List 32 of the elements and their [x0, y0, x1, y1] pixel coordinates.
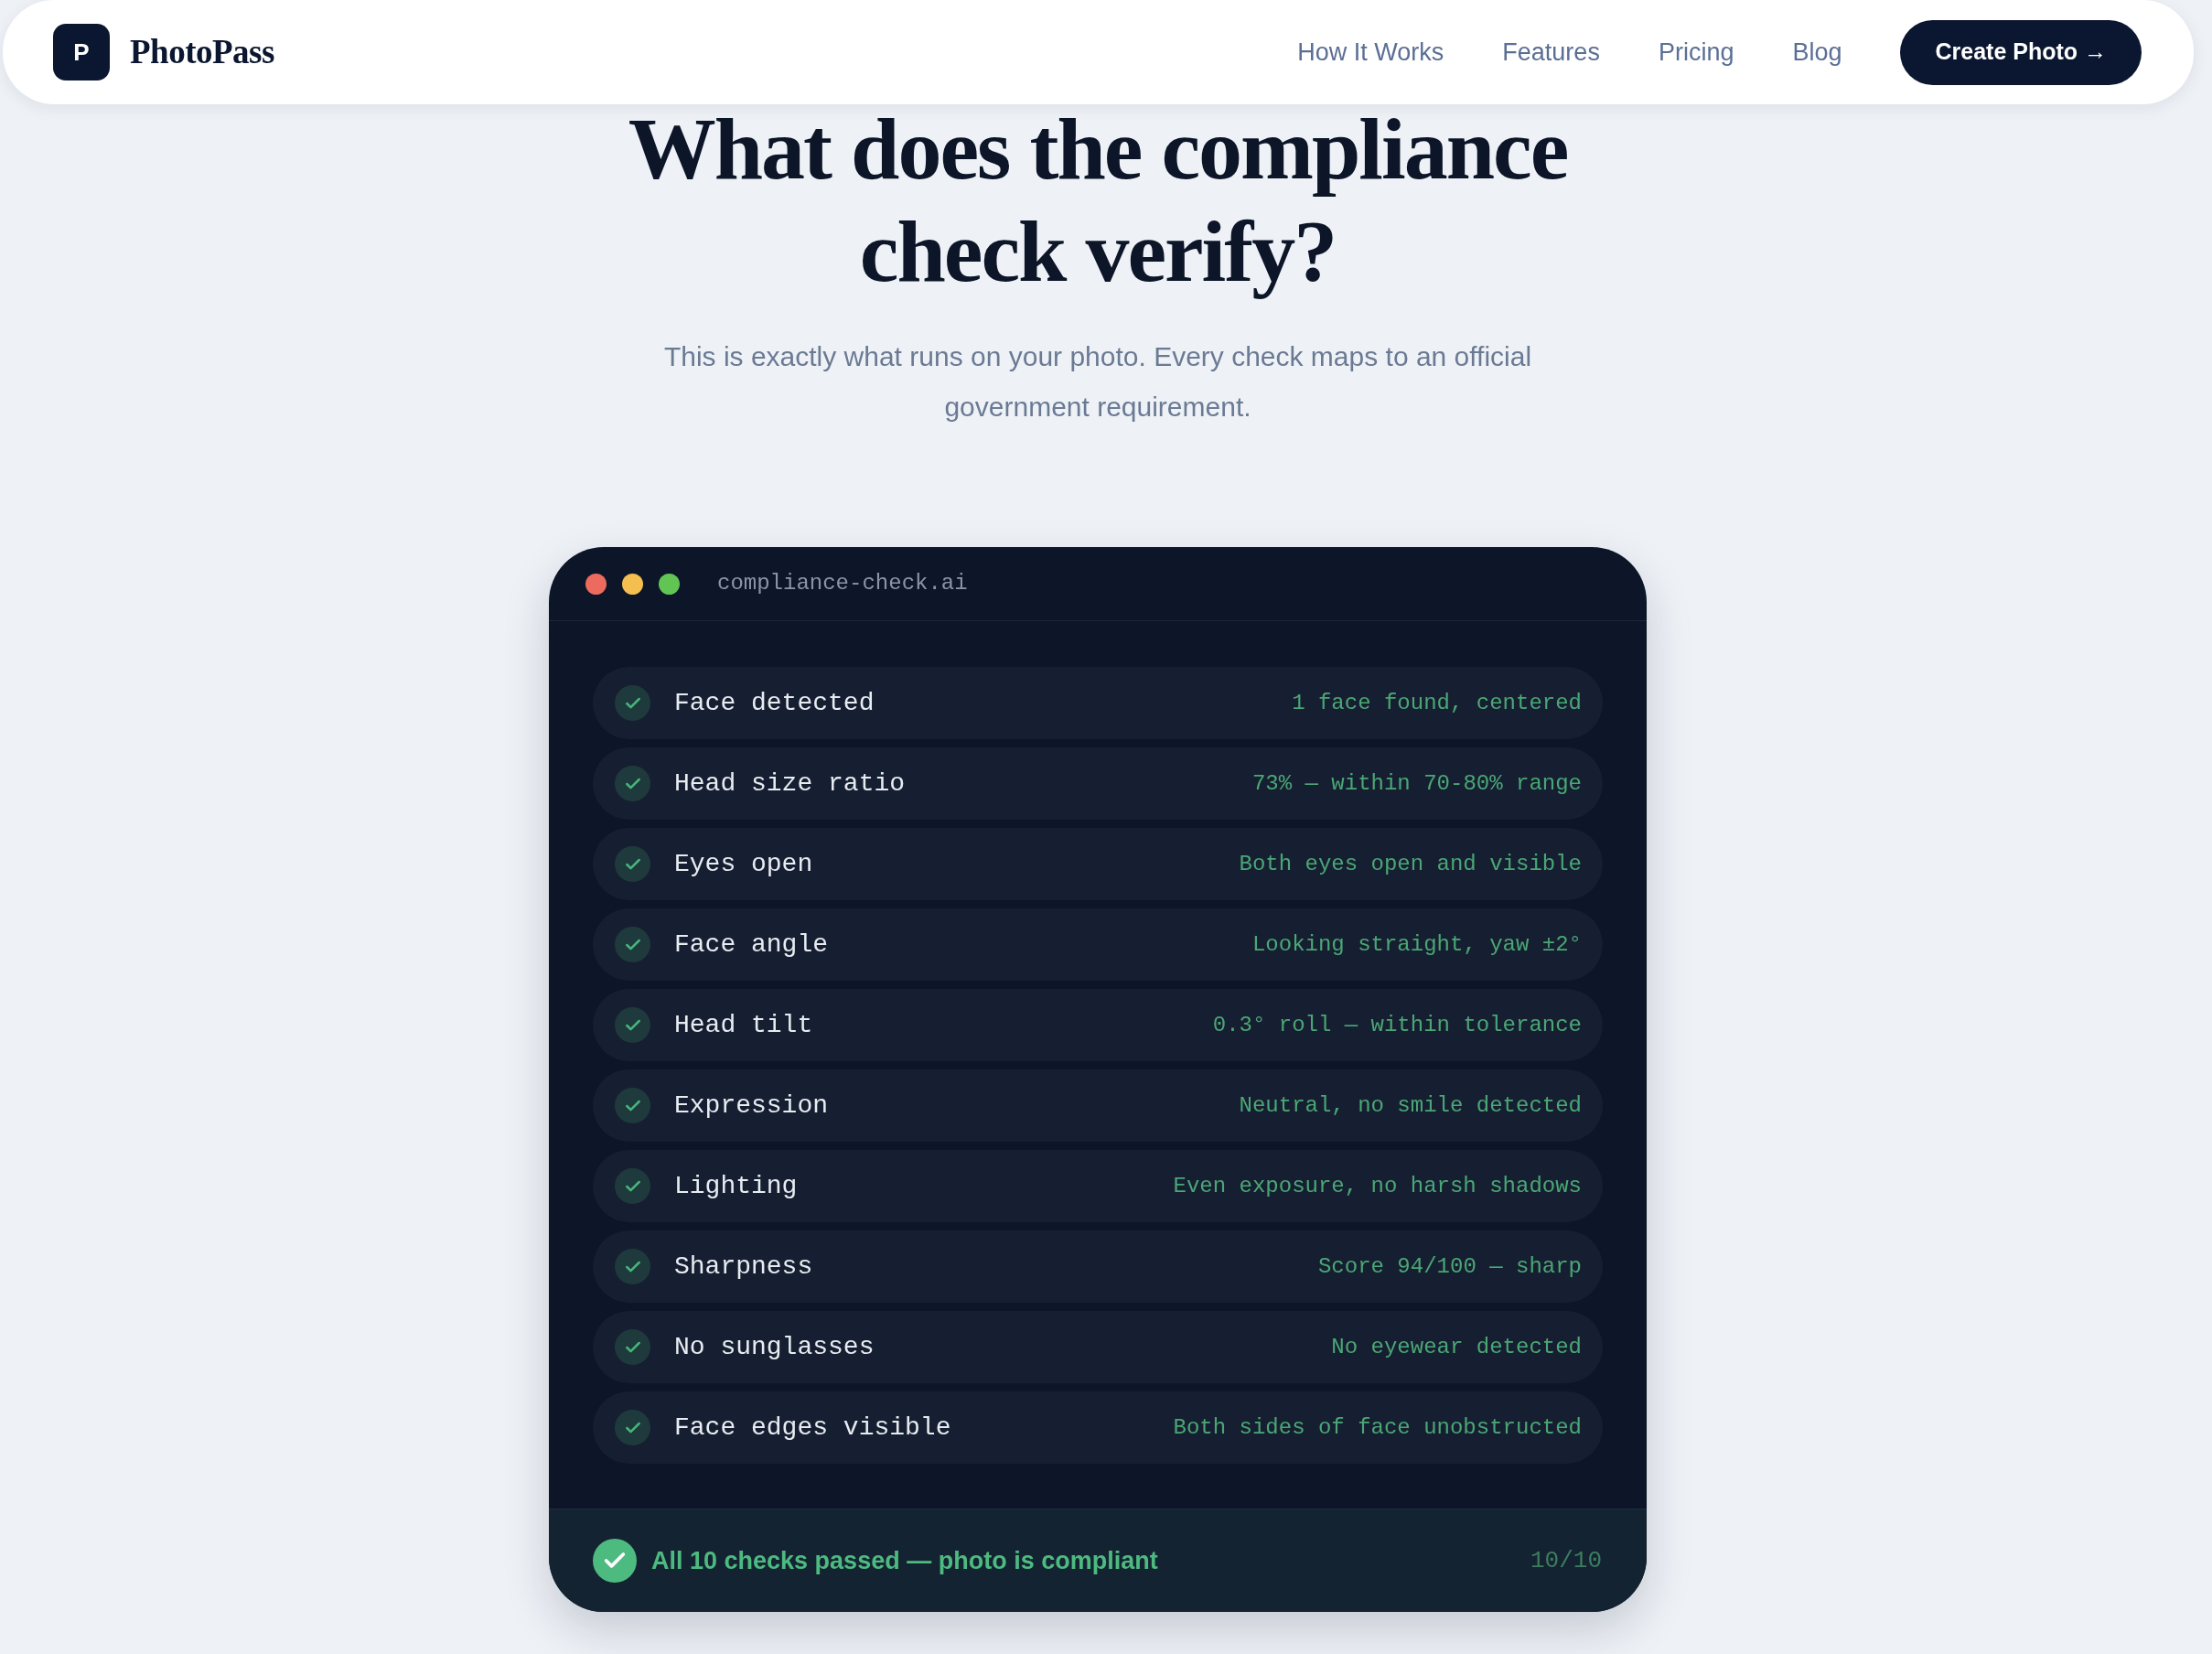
check-label: Face angle	[674, 929, 829, 961]
section-heading: What does the compliance check verify?	[627, 99, 1569, 302]
check-result: Neutral, no smile detected	[1239, 1091, 1582, 1120]
check-label: Head size ratio	[674, 768, 906, 800]
section-subtitle: This is exactly what runs on your photo. Every check maps to an official government requirement.	[662, 340, 1533, 424]
check-label: No sunglasses	[674, 1331, 875, 1363]
nav-link[interactable]: How It Works	[1297, 33, 1444, 71]
check-label: Lighting	[674, 1170, 798, 1202]
nav-link[interactable]: Pricing	[1658, 33, 1734, 71]
check-result: 1 face found, centered	[1292, 689, 1582, 717]
check-result: No eyewear detected	[1331, 1333, 1582, 1361]
check-label: Expression	[674, 1090, 829, 1122]
score-text: 10/10	[1530, 1545, 1602, 1576]
check-label: Eyes open	[674, 848, 813, 880]
check-label: Face edges visible	[674, 1412, 951, 1444]
check-result: 73% — within 70-80% range	[1251, 769, 1582, 798]
window-title: compliance-check.ai	[717, 570, 968, 597]
nav-link[interactable]: Features	[1502, 33, 1600, 71]
check-result: 0.3° roll — within tolerance	[1212, 1011, 1582, 1039]
logo-mark[interactable]: P	[53, 24, 110, 81]
create-photo-button[interactable]: Create Photo →	[1900, 19, 2142, 85]
check-label: Head tilt	[674, 1009, 813, 1041]
check-result: Score 94/100 — sharp	[1317, 1252, 1582, 1281]
check-result: Both sides of face unobstructed	[1173, 1413, 1582, 1442]
check-result: Both eyes open and visible	[1239, 850, 1582, 878]
check-label: Sharpness	[674, 1251, 813, 1283]
nav-link[interactable]: Blog	[1792, 33, 1842, 71]
brand-name[interactable]: PhotoPass	[130, 27, 274, 78]
check-result: Looking straight, yaw ±2°	[1251, 930, 1582, 959]
check-result: Even exposure, no harsh shadows	[1173, 1172, 1582, 1200]
check-label: Face detected	[674, 687, 875, 719]
summary-text: All 10 checks passed — photo is compliant	[651, 1545, 1158, 1576]
